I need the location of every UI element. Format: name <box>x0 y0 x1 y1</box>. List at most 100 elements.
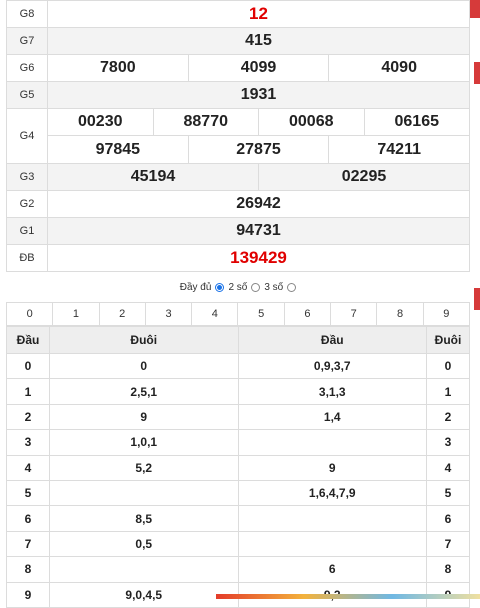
table-row: 6 8,5 6 <box>6 505 470 532</box>
side-ad-tab-2[interactable] <box>474 288 480 310</box>
column-header: Đuôi <box>426 326 470 354</box>
table-row: 0 0 0,9,3,7 0 <box>6 352 470 380</box>
digit-cell: 6 <box>6 505 50 532</box>
digits-list-cell: 0 <box>49 352 239 380</box>
digit-cell: 3 <box>426 429 470 456</box>
digits-list-cell: 8,5 <box>49 505 239 532</box>
digits-list-cell <box>49 556 239 583</box>
prize-label: G6 <box>6 54 48 82</box>
table-row: 1 2,5,1 3,1,3 1 <box>6 378 470 405</box>
display-options: Đầy đủ 2 số 3 số <box>6 272 470 302</box>
digit-cell: 7 <box>426 530 470 558</box>
prize-row-g1: G1 94731 <box>6 217 470 245</box>
prize-number: 97845 <box>95 140 141 158</box>
digits-list-cell: 3,1,3 <box>237 378 427 405</box>
prize-row-g5: G5 1931 <box>6 81 470 109</box>
option-full-label[interactable]: Đầy đủ <box>180 282 212 293</box>
prize-label: G3 <box>6 163 48 191</box>
digit-button[interactable]: 2 <box>98 302 146 326</box>
digit-cell: 7 <box>6 530 50 558</box>
option-three-digit-label[interactable]: 3 số <box>264 282 283 293</box>
digit-cell: 3 <box>6 429 50 456</box>
digit-filter-row: 0 1 2 3 4 5 6 7 8 9 <box>5 302 471 326</box>
digits-list-cell: 1,6,4,7,9 <box>237 479 427 507</box>
prize-number: 415 <box>47 27 470 55</box>
digits-list-cell: 6 <box>237 556 427 583</box>
table-row: 2 9 1,4 2 <box>6 403 470 431</box>
digit-cell: 0 <box>426 352 470 380</box>
prize-row-g6: G6 7800 4099 4090 <box>6 54 470 82</box>
prize-label: ĐB <box>6 244 48 272</box>
prize-number: 7800 <box>100 59 136 76</box>
prize-number: 00230 <box>78 113 123 130</box>
table-row: 7 0,5 7 <box>6 530 470 558</box>
digits-list-cell <box>49 479 239 507</box>
table-row: 868 <box>6 556 470 583</box>
prize-table: G8 12 G7 415 G6 7800 4099 4090 G5 1931 G… <box>6 0 470 272</box>
radio-two-digit[interactable] <box>215 282 225 292</box>
radio-three-digit[interactable] <box>251 282 261 292</box>
prize-label: G5 <box>6 81 48 109</box>
digits-list-cell: 9 <box>237 454 427 481</box>
digits-list-cell <box>237 429 427 456</box>
prize-number: 74211 <box>328 136 469 163</box>
digit-cell: 6 <box>426 505 470 532</box>
digit-cell: 4 <box>6 454 50 481</box>
digits-list-cell: 9,0,4,5 <box>49 581 239 608</box>
digit-cell: 1 <box>426 378 470 405</box>
digit-cell: 1 <box>6 378 50 405</box>
prize-row-db: ĐB 139429 <box>6 244 470 272</box>
digit-button[interactable]: 3 <box>144 302 193 326</box>
digit-button[interactable]: 1 <box>52 302 100 326</box>
prize-label: G1 <box>6 217 48 245</box>
bottom-ad-banner[interactable] <box>216 594 480 599</box>
digit-button[interactable]: 0 <box>5 302 54 326</box>
digit-cell: 8 <box>426 556 470 583</box>
digits-list-cell: 1,4 <box>237 403 427 431</box>
digit-button[interactable]: 8 <box>376 302 424 326</box>
table-row: 5 1,6,4,7,9 5 <box>6 479 470 507</box>
digit-button[interactable]: 9 <box>422 302 471 326</box>
radio-extra[interactable] <box>287 282 297 292</box>
digit-button[interactable]: 4 <box>191 302 239 326</box>
prize-row-g3: G3 45194 02295 <box>6 163 470 191</box>
column-header: Đầu <box>6 326 50 354</box>
digit-button[interactable]: 7 <box>330 302 378 326</box>
digit-button[interactable]: 6 <box>283 302 332 326</box>
digit-cell: 2 <box>6 403 50 431</box>
digit-cell: 2 <box>426 403 470 431</box>
column-header: Đầu <box>237 326 427 354</box>
digit-button[interactable]: 5 <box>237 302 285 326</box>
prize-number: 06165 <box>363 109 470 135</box>
digit-cell: 8 <box>6 556 50 583</box>
prize-number: 45194 <box>130 168 176 185</box>
digits-list-cell: 2,5,1 <box>49 378 239 405</box>
side-ad-tab[interactable] <box>474 62 480 84</box>
digits-list-cell: 9 <box>49 403 239 431</box>
column-header: Đuôi <box>49 326 239 354</box>
option-two-digit-label[interactable]: 2 số <box>228 282 247 293</box>
side-ad-strip <box>470 0 480 18</box>
prize-number: 1931 <box>47 81 470 109</box>
prize-row-g4: G4 00230 88770 00068 06165 97845 27875 7… <box>6 108 470 164</box>
prize-number: 94731 <box>47 217 470 245</box>
table-row: 3 1,0,1 3 <box>6 429 470 456</box>
prize-number: 26942 <box>47 190 470 218</box>
prize-label: G4 <box>6 108 48 164</box>
prize-number: 02295 <box>258 164 469 190</box>
table-row: 4 5,2 9 4 <box>6 454 470 481</box>
digits-list-cell: 0,5 <box>49 530 239 558</box>
digits-list-cell: 1,0,1 <box>49 429 239 456</box>
prize-row-g8: G8 12 <box>6 0 470 28</box>
digit-cell: 5 <box>6 479 50 507</box>
prize-label: G8 <box>6 0 48 28</box>
prize-number: 27875 <box>187 136 329 163</box>
digits-list-cell: 5,2 <box>49 454 239 481</box>
prize-number: 4090 <box>328 55 469 81</box>
digit-cell: 9 <box>6 581 50 608</box>
prize-row-g7: G7 415 <box>6 27 470 55</box>
prize-number: 88770 <box>152 109 259 135</box>
special-prize-number: 139429 <box>47 244 470 272</box>
prize-label: G2 <box>6 190 48 218</box>
prize-row-g2: G2 26942 <box>6 190 470 218</box>
